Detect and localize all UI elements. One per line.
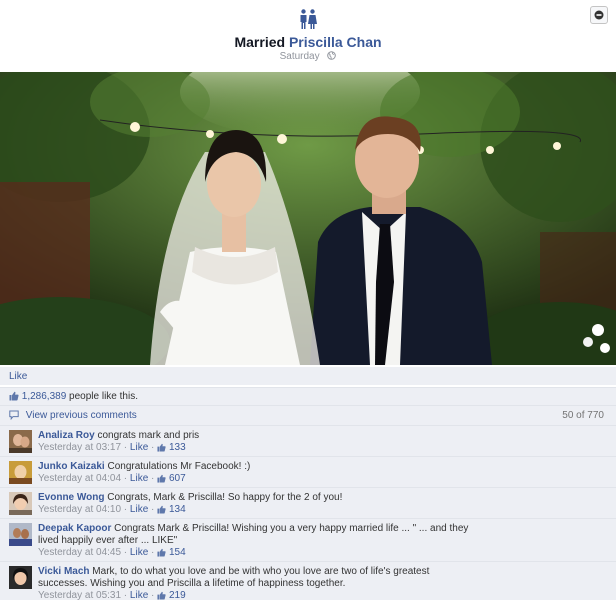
story-title: Married Priscilla Chan (0, 34, 616, 50)
likes-suffix: people like this. (66, 391, 138, 402)
comment-like-button[interactable]: Like (130, 504, 148, 515)
thumbs-up-icon (157, 548, 166, 557)
thumbs-up-icon (9, 391, 19, 401)
comment-text: congrats mark and pris (97, 430, 200, 441)
comment-like-count[interactable]: 607 (169, 473, 186, 484)
commenter-name[interactable]: Junko Kaizaki (38, 461, 105, 472)
story-subtitle: Saturday (0, 51, 616, 62)
story-actions: Like (0, 367, 616, 385)
like-button[interactable]: Like (9, 371, 27, 382)
avatar[interactable] (9, 523, 32, 546)
story-date[interactable]: Saturday (280, 51, 320, 62)
comment-body: Vicki Mach Mark, to do what you love and… (38, 566, 478, 602)
wedding-photo-illustration (0, 72, 616, 365)
comment-body: Deepak Kapoor Congrats Mark & Priscilla!… (38, 523, 478, 559)
comment-meta: Yesterday at 04:10 · Like · 134 (38, 504, 186, 515)
comment-item: Analiza Roy congrats mark and pris Yeste… (0, 425, 616, 456)
comment-text: Congrats, Mark & Priscilla! So happy for… (107, 492, 343, 503)
story-header: Married Priscilla Chan Saturday (0, 0, 616, 72)
options-icon (594, 10, 604, 20)
comment-time[interactable]: Yesterday at 03:17 (38, 442, 121, 453)
comment-time[interactable]: Yesterday at 04:10 (38, 504, 121, 515)
comment-meta: Yesterday at 03:17 · Like · 133 (38, 442, 186, 453)
comment-like-count[interactable]: 133 (169, 442, 186, 453)
comment-like-button[interactable]: Like (130, 547, 148, 558)
comment-like-count[interactable]: 134 (169, 504, 186, 515)
couple-icon (300, 9, 317, 29)
comment-body: Junko Kaizaki Congratulations Mr Faceboo… (38, 461, 478, 485)
likes-count-link[interactable]: 1,286,389 (22, 391, 67, 402)
thumbs-up-icon (157, 443, 166, 452)
comment-like-button[interactable]: Like (130, 473, 148, 484)
avatar[interactable] (9, 566, 32, 589)
speech-bubble-icon (9, 410, 19, 420)
thumbs-up-icon (157, 591, 166, 600)
comment-item: Evonne Wong Congrats, Mark & Priscilla! … (0, 487, 616, 518)
comment-like-button[interactable]: Like (130, 590, 148, 601)
comment-like-count[interactable]: 219 (169, 590, 186, 601)
comment-text: Mark, to do what you love and be with wh… (38, 566, 430, 589)
likes-summary: 1,286,389 people like this. (0, 387, 616, 405)
comment-like-count[interactable]: 154 (169, 547, 186, 558)
tagged-person-link[interactable]: Priscilla Chan (289, 34, 382, 50)
comment-meta: Yesterday at 04:45 · Like · 154 (38, 547, 186, 558)
comment-time[interactable]: Yesterday at 04:45 (38, 547, 121, 558)
comment-body: Evonne Wong Congrats, Mark & Priscilla! … (38, 492, 478, 516)
commenter-name[interactable]: Analiza Roy (38, 430, 95, 441)
comment-body: Analiza Roy congrats mark and pris Yeste… (38, 430, 478, 454)
wedding-photo[interactable] (0, 72, 616, 365)
comment-meta: Yesterday at 05:31 · Like · 219 (38, 590, 186, 601)
thumbs-up-icon (157, 505, 166, 514)
comment-item: Deepak Kapoor Congrats Mark & Priscilla!… (0, 518, 616, 561)
avatar[interactable] (9, 461, 32, 484)
commenter-name[interactable]: Evonne Wong (38, 492, 104, 503)
commenter-name[interactable]: Vicki Mach (38, 566, 90, 577)
comment-like-button[interactable]: Like (130, 442, 148, 453)
avatar[interactable] (9, 430, 32, 453)
comment-time[interactable]: Yesterday at 05:31 (38, 590, 121, 601)
avatar[interactable] (9, 492, 32, 515)
comments-count: 50 of 770 (562, 410, 604, 421)
globe-icon (327, 51, 337, 60)
life-event-label: Married (234, 34, 286, 50)
comments-pager: View previous comments 50 of 770 (0, 405, 616, 425)
comment-text: Congratulations Mr Facebook! :) (107, 461, 251, 472)
comment-item: Junko Kaizaki Congratulations Mr Faceboo… (0, 456, 616, 487)
commenter-name[interactable]: Deepak Kapoor (38, 523, 111, 534)
comment-time[interactable]: Yesterday at 04:04 (38, 473, 121, 484)
view-previous-comments-link[interactable]: View previous comments (26, 410, 137, 421)
comment-meta: Yesterday at 04:04 · Like · 607 (38, 473, 186, 484)
thumbs-up-icon (157, 474, 166, 483)
comment-item: Vicki Mach Mark, to do what you love and… (0, 561, 616, 602)
story-options-button[interactable] (590, 6, 608, 24)
